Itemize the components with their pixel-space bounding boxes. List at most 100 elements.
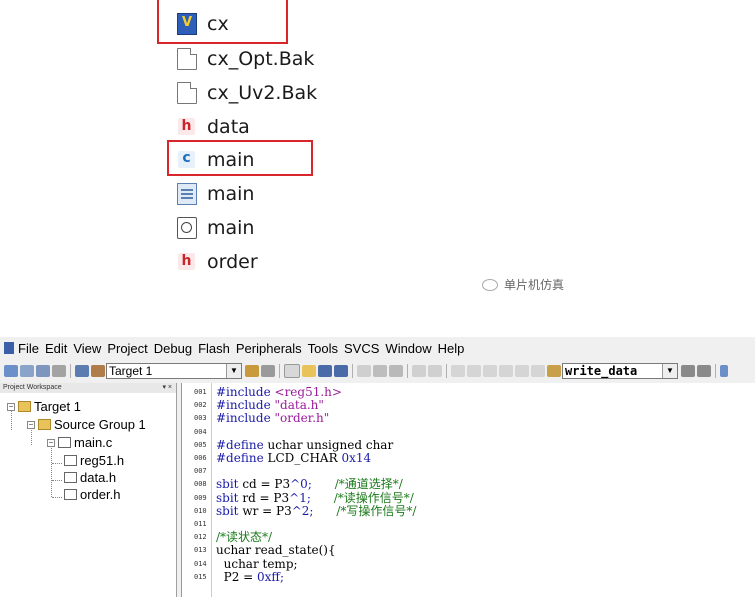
line-number: 013: [194, 546, 207, 555]
file-item-cx-uv2-bak[interactable]: cx_Uv2.Bak: [177, 78, 317, 108]
file-item-order-h[interactable]: h order: [177, 247, 258, 277]
code-line: #define uchar unsigned char: [216, 437, 394, 452]
file-name: main: [207, 183, 255, 205]
menu-flash[interactable]: Flash: [195, 341, 233, 356]
tree-file-order-h[interactable]: order.h: [64, 487, 120, 502]
workspace-title: Project Workspace: [3, 384, 62, 391]
menu-svcs[interactable]: SVCS: [341, 341, 382, 356]
manage-books-icon[interactable]: [261, 365, 275, 377]
collapse-icon[interactable]: −: [47, 438, 55, 447]
workspace-close-button[interactable]: ▾ ×: [162, 383, 172, 393]
watermark: 单片机仿真: [482, 276, 564, 293]
prev-bookmark-icon[interactable]: [499, 365, 513, 377]
header-file-icon: [64, 489, 77, 500]
header-file-icon: h: [177, 251, 197, 273]
undo-icon[interactable]: [412, 365, 426, 377]
save-all-icon[interactable]: [334, 365, 348, 377]
menu-edit[interactable]: Edit: [42, 341, 70, 356]
collapse-icon[interactable]: −: [27, 420, 35, 429]
code-line: sbit rd = P3^1; /*读操作信号*/: [216, 490, 414, 505]
menu-debug[interactable]: Debug: [151, 341, 195, 356]
build-icon[interactable]: [20, 365, 34, 377]
stop-build-icon[interactable]: [52, 365, 66, 377]
line-number: 001: [194, 388, 207, 396]
tree-target[interactable]: − Target 1: [7, 399, 81, 414]
watermark-icon: [482, 278, 498, 291]
menu-project[interactable]: Project: [104, 341, 150, 356]
compile-icon[interactable]: [4, 365, 18, 377]
menu-peripherals[interactable]: Peripherals: [233, 341, 305, 356]
line-number-gutter: 001 002 003 004 005 006 007 008 009 010 011 012 013 0…: [181, 383, 212, 597]
open-file-icon[interactable]: [302, 365, 316, 377]
redo-icon[interactable]: [428, 365, 442, 377]
tree-file-label: order.h: [80, 487, 121, 502]
file-name: cx_Opt.Bak: [207, 48, 315, 70]
indent-icon[interactable]: [451, 365, 465, 377]
find-combo-value: write_data: [565, 364, 638, 378]
line-number: 012: [194, 533, 207, 542]
manage-components-icon[interactable]: [245, 365, 259, 377]
menu-tools[interactable]: Tools: [305, 341, 341, 356]
chevron-down-icon: ▼: [662, 364, 677, 378]
collapse-icon[interactable]: −: [7, 402, 15, 411]
next-bookmark-icon[interactable]: [515, 365, 529, 377]
tree-file-reg51-h[interactable]: reg51.h: [64, 453, 124, 468]
tree-source-group-label: Source Group 1: [54, 417, 146, 432]
line-number: 008: [194, 480, 207, 489]
file-name: order: [207, 251, 258, 273]
code-line: P2 = 0xff;: [216, 569, 285, 584]
save-icon[interactable]: [318, 365, 332, 377]
menu-window[interactable]: Window: [382, 341, 434, 356]
target-select[interactable]: Target 1 ▼: [106, 363, 242, 379]
workspace-title-bar: Project Workspace ▾ ×: [0, 383, 176, 393]
code-editor[interactable]: #include <reg51.h> #include "data.h" #incl…: [211, 383, 755, 597]
file-item-cx-opt-bak[interactable]: cx_Opt.Bak: [177, 44, 314, 74]
header-file-icon: h: [177, 116, 197, 138]
tree-file-main-c[interactable]: − main.c: [47, 435, 112, 450]
line-number: 002: [194, 401, 207, 410]
code-line: sbit wr = P3^2; /*写操作信号*/: [216, 503, 417, 518]
clear-bookmarks-icon[interactable]: [531, 365, 545, 377]
line-number: 007: [194, 467, 207, 476]
project-workspace: Project Workspace ▾ × − Target 1 − Sourc…: [0, 383, 177, 597]
tree-file-data-h[interactable]: data.h: [64, 470, 116, 485]
copy-icon[interactable]: [373, 365, 387, 377]
highlight-box-cx: [157, 0, 288, 44]
file-item-main-txt[interactable]: main: [177, 179, 254, 209]
file-name: main: [207, 217, 255, 239]
new-file-icon[interactable]: [284, 364, 300, 378]
arrow-left-icon[interactable]: [720, 365, 728, 377]
file-item-main-obj[interactable]: main: [177, 213, 254, 243]
folder-icon: [18, 401, 31, 412]
tree-target-label: Target 1: [34, 399, 81, 414]
header-file-icon: [64, 455, 77, 466]
target-select-value: Target 1: [109, 364, 153, 378]
menu-bar: File Edit View Project Debug Flash Perip…: [0, 337, 755, 359]
tree-file-main-c-label: main.c: [74, 435, 113, 450]
find-in-files-icon[interactable]: [547, 365, 561, 377]
menu-file[interactable]: File: [15, 341, 42, 356]
watermark-text: 单片机仿真: [504, 278, 565, 292]
file-name: cx_Uv2.Bak: [207, 82, 318, 104]
code-line: #include <reg51.h>: [216, 385, 342, 399]
find-icon[interactable]: [681, 365, 695, 377]
cut-icon[interactable]: [357, 365, 371, 377]
target-options-icon[interactable]: [91, 365, 105, 377]
file-item-data-h[interactable]: h data: [177, 112, 250, 142]
find-combo[interactable]: write_data ▼: [562, 363, 678, 379]
line-number: 005: [194, 440, 207, 449]
tree-source-group[interactable]: − Source Group 1: [27, 417, 146, 432]
blank-file-icon: [177, 48, 197, 70]
highlight-box-main-c: [167, 140, 313, 176]
bookmark-icon[interactable]: [483, 365, 497, 377]
menu-help[interactable]: Help: [435, 341, 468, 356]
line-number: 006: [194, 454, 207, 462]
incremental-find-icon[interactable]: [697, 365, 711, 377]
line-number: 011: [194, 520, 207, 528]
download-icon[interactable]: [75, 365, 89, 377]
paste-icon[interactable]: [389, 365, 403, 377]
unindent-icon[interactable]: [467, 365, 481, 377]
menu-view[interactable]: View: [70, 341, 104, 356]
line-number: 004: [194, 427, 207, 436]
rebuild-icon[interactable]: [36, 365, 50, 377]
